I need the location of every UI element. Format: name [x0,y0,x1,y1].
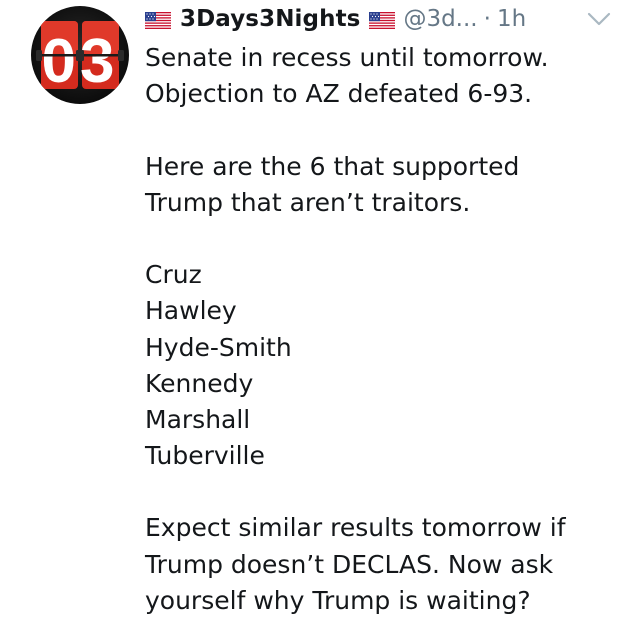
tweet-paragraph: Senate in recess until tomorrow. Objecti… [145,40,625,112]
tweet-line: Trump doesn’t DECLAS. Now ask [145,549,554,579]
tweet-text: Senate in recess until tomorrow. Objecti… [145,40,625,619]
tweet-line: Senate in recess until tomorrow. [145,43,549,72]
tweet-line: Objection to AZ defeated 6-93. [145,79,533,109]
list-item: Tuberville [145,441,265,471]
tweet-line: Trump that aren’t traitors. [145,187,471,217]
list-item: Kennedy [145,368,254,398]
list-item: Hawley [145,296,237,326]
tweet: 03 3Days3Nights @3d... · 1h Senate in re… [0,0,640,622]
list-item: Cruz [145,260,202,290]
tweet-paragraph: Here are the 6 that supported Trump that… [145,149,625,221]
tweet-line: Here are the 6 that supported [145,151,520,181]
avatar-digits: 03 [42,27,119,96]
tweet-line: yourself why Trump is waiting? [145,585,531,615]
flip-clock-avatar-icon: 03 [36,21,124,96]
tweet-header: 3Days3Nights @3d... · 1h [145,4,526,34]
us-flag-icon [145,11,171,29]
display-name[interactable]: 3Days3Nights [180,6,360,32]
tweet-paragraph: Expect similar results tomorrow if Trump… [145,510,625,619]
list-item: Hyde-Smith [145,332,292,362]
timestamp[interactable]: 1h [497,6,526,32]
avatar[interactable]: 03 [31,6,129,104]
us-flag-icon [369,11,396,29]
tweet-line: Expect similar results tomorrow if [145,513,566,543]
separator-dot: · [483,6,491,32]
chevron-down-icon[interactable] [586,10,612,28]
senator-list: Cruz Hawley Hyde-Smith Kennedy Marshall … [145,257,625,474]
list-item: Marshall [145,404,251,434]
user-handle[interactable]: @3d... [403,6,477,32]
